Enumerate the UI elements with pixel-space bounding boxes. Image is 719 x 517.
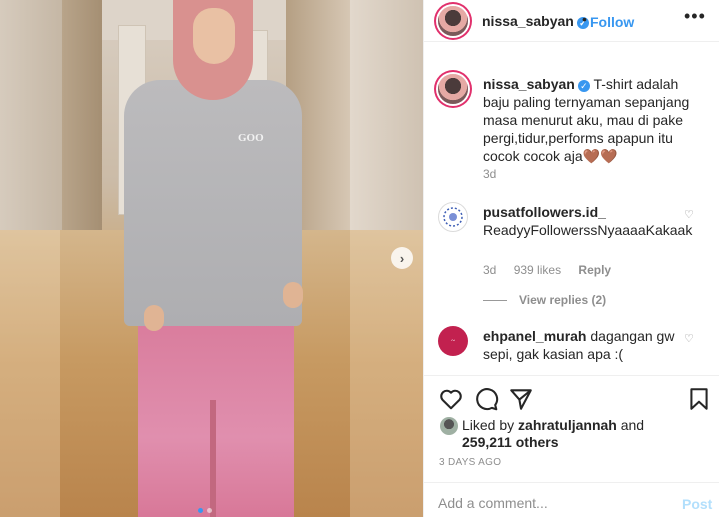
photo-person: GOO xyxy=(118,0,313,517)
person-face xyxy=(193,8,235,64)
comment-icon[interactable] xyxy=(473,386,499,412)
person-shirt xyxy=(124,80,302,326)
verified-badge-icon: ✓ xyxy=(577,80,590,92)
person-hand xyxy=(283,282,303,308)
paper-plane-icon[interactable] xyxy=(508,386,534,412)
heart-icon[interactable] xyxy=(438,386,464,412)
view-replies-button[interactable]: View replies (2) xyxy=(483,293,606,307)
person-pants-gap xyxy=(210,400,216,517)
shirt-print: GOO xyxy=(238,132,264,144)
comment-like-icon[interactable]: ♡ xyxy=(684,332,694,345)
author-avatar[interactable] xyxy=(438,6,468,36)
likes-count-button[interactable]: 259,211 others xyxy=(462,434,559,450)
more-options-icon[interactable]: ••• xyxy=(684,6,706,27)
carousel-next-button[interactable]: › xyxy=(391,247,413,269)
add-comment-input[interactable] xyxy=(438,495,658,511)
caption-time[interactable]: 3d xyxy=(483,167,496,181)
comment-time[interactable]: 3d xyxy=(483,263,496,277)
person-hand xyxy=(144,305,164,331)
add-comment-bar: Post xyxy=(424,482,719,517)
view-replies-line xyxy=(483,300,507,302)
likes-text: Liked by zahratuljannah and 259,211 othe… xyxy=(462,417,644,451)
likes-prefix: Liked by xyxy=(462,417,519,433)
comment-like-icon[interactable]: ♡ xyxy=(684,208,694,221)
comment-username[interactable]: ehpanel_murah xyxy=(483,328,586,344)
caption-text-block: nissa_sabyan ✓ T-shirt adalah baju paling… xyxy=(483,75,695,165)
view-replies-label: View replies (2) xyxy=(519,293,607,307)
caption-avatar[interactable] xyxy=(438,74,468,104)
carousel-dot-active xyxy=(198,508,203,513)
post-comment-button[interactable]: Post xyxy=(682,496,712,512)
header-separator: • xyxy=(582,11,587,27)
photo-floor-reflection xyxy=(350,230,423,517)
author-username[interactable]: nissa_sabyan xyxy=(482,13,574,29)
carousel-dot xyxy=(207,508,212,513)
post-panel: nissa_sabyan ✓ • Follow ••• nissa_sabyan ✓… xyxy=(423,0,719,517)
comment-meta: 3d 939 likes Reply xyxy=(483,263,625,277)
caption-meta: 3d xyxy=(483,167,510,181)
comment-text-block: ehpanel_murah dagangan gw sepi, gak kasi… xyxy=(483,327,695,363)
comment-text-block: pusatfollowers.id_ ReadyyFollowerssNyaaa… xyxy=(483,203,695,239)
pusatfollowers-logo-icon xyxy=(443,207,463,227)
commenter-avatar[interactable] xyxy=(438,202,468,232)
liker-avatar[interactable] xyxy=(440,417,458,435)
bookmark-icon[interactable] xyxy=(686,386,712,412)
follow-button[interactable]: Follow xyxy=(590,14,634,30)
comments-list[interactable]: nissa_sabyan ✓ T-shirt adalah baju paling… xyxy=(424,60,719,378)
comment-likes[interactable]: 939 likes xyxy=(514,263,561,277)
liker-username[interactable]: zahratuljannah xyxy=(518,417,617,433)
caption-username[interactable]: nissa_sabyan xyxy=(483,76,575,92)
ehpanel-logo-icon: ~ xyxy=(451,337,455,345)
post-header: nissa_sabyan ✓ • Follow ••• xyxy=(424,0,719,42)
author-username-wrap: nissa_sabyan ✓ xyxy=(482,13,589,29)
comment-username[interactable]: pusatfollowers.id_ xyxy=(483,204,606,220)
commenter-avatar[interactable]: ~ xyxy=(438,326,468,356)
post-photo[interactable]: GOO › xyxy=(0,0,423,517)
photo-wall xyxy=(62,0,102,240)
comment-text: ReadyyFollowerssNyaaaaKakaak xyxy=(483,222,693,238)
reply-button[interactable]: Reply xyxy=(578,263,611,277)
likes-and: and xyxy=(616,417,645,433)
photo-floor-reflection xyxy=(0,230,60,517)
post-date[interactable]: 3 DAYS AGO xyxy=(439,457,501,468)
person-pants xyxy=(138,318,294,517)
likes-summary: Liked by zahratuljannah and 259,211 othe… xyxy=(424,414,719,454)
carousel-dots xyxy=(198,508,212,513)
